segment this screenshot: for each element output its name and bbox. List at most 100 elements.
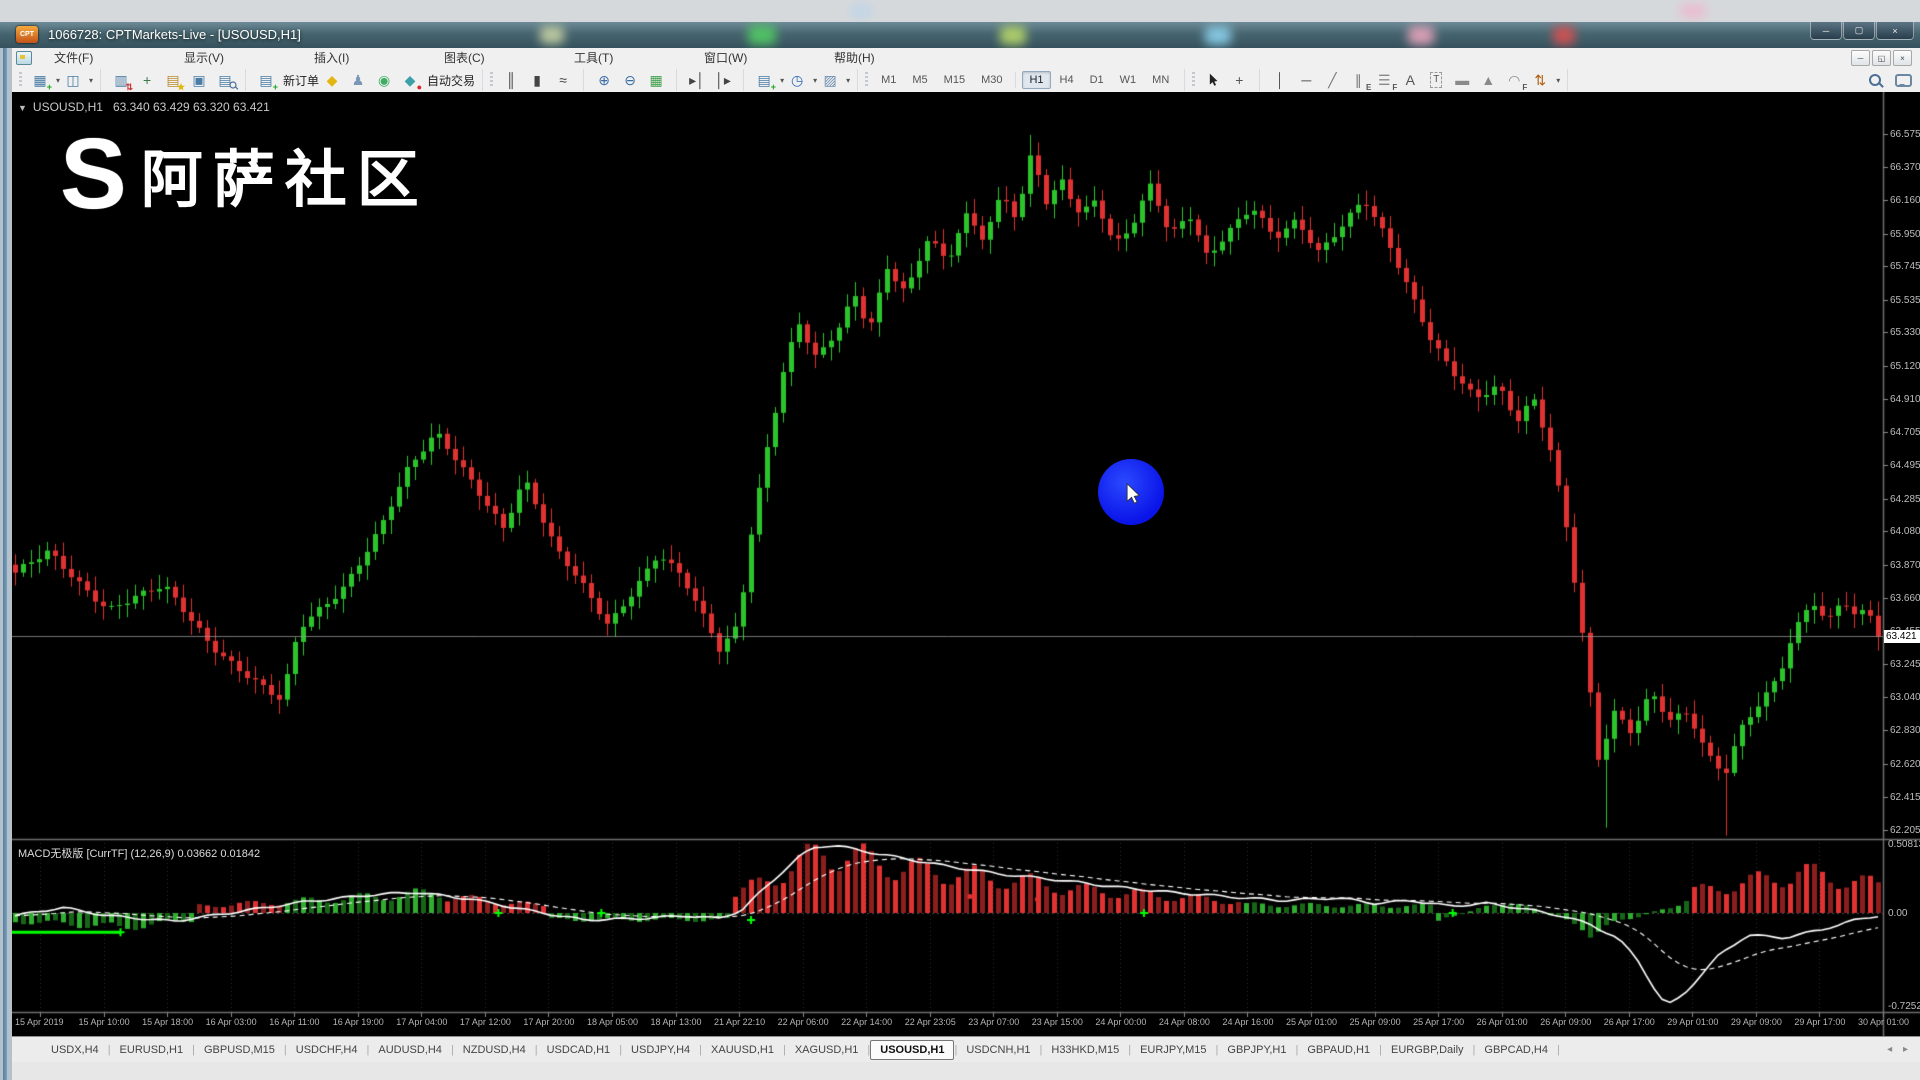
market-watch-button[interactable]: ▥⇅ [110, 69, 132, 91]
metaeditor-button[interactable]: ◆ [321, 69, 343, 91]
candlestick-chart-button[interactable]: ▮ [526, 69, 548, 91]
timeframe-d1-button[interactable]: D1 [1083, 71, 1111, 89]
menu-item-5[interactable]: 窗口(W) [704, 49, 756, 66]
tab-usdchf-h4[interactable]: USDCHF,H4 [287, 1041, 367, 1059]
minimize-button[interactable]: ─ [1810, 22, 1842, 40]
chart-shift-button[interactable]: │▸ [712, 69, 734, 91]
periods-button[interactable]: ◷ [786, 69, 808, 91]
new-chart-button[interactable]: ▦+ [29, 69, 51, 91]
channel-tool[interactable]: ∥E [1347, 69, 1369, 91]
tab-h33hkd-m15[interactable]: H33HKD,M15 [1042, 1041, 1128, 1059]
zoom-out-button[interactable]: ⊖ [619, 69, 641, 91]
chat-icon[interactable] [1895, 74, 1912, 87]
chart-shift-icon: │▸ [715, 73, 731, 87]
arc-tool[interactable]: ◠F [1503, 69, 1525, 91]
price-axis-label: 64.080 [1890, 526, 1920, 537]
autotrading-button-label[interactable]: 自动交易 [427, 72, 475, 89]
tab-eurusd-h1[interactable]: EURUSD,H1 [111, 1041, 193, 1059]
crosshair-tool[interactable]: + [1228, 69, 1250, 91]
arrows-tool-caret[interactable]: ▾ [1556, 76, 1560, 85]
new-chart-button-caret[interactable]: ▾ [56, 76, 60, 85]
tab-nzdusd-h4[interactable]: NZDUSD,H4 [454, 1041, 535, 1059]
profiles-icon: ◫ [66, 73, 79, 87]
time-axis-label: 25 Apr 01:00 [1286, 1017, 1337, 1027]
tab-eurjpy-m15[interactable]: EURJPY,M15 [1131, 1041, 1215, 1059]
profiles-button-caret[interactable]: ▾ [89, 76, 93, 85]
tab-eurgbp-daily[interactable]: EURGBP,Daily [1382, 1041, 1473, 1059]
search-icon[interactable] [1869, 74, 1881, 86]
price-axis-label: 63.660 [1890, 593, 1920, 604]
text-label-tool[interactable]: T [1425, 69, 1447, 91]
bar-chart-button[interactable]: ║ [500, 69, 522, 91]
tab-gbpusd-m15[interactable]: GBPUSD,M15 [195, 1041, 284, 1059]
signals-button[interactable]: ◉ [373, 69, 395, 91]
close-button[interactable]: × [1876, 22, 1914, 40]
rectangle-tool[interactable]: ▬ [1451, 69, 1473, 91]
timeframe-mn-button[interactable]: MN [1145, 71, 1176, 89]
tab-usdjpy-h4[interactable]: USDJPY,H4 [622, 1041, 699, 1059]
strategy-tester-button[interactable]: ▤ [214, 69, 236, 91]
indicators-button[interactable]: ▤+ [753, 69, 775, 91]
tab-xauusd-h1[interactable]: XAUUSD,H1 [702, 1041, 783, 1059]
tab-usdcad-h1[interactable]: USDCAD,H1 [538, 1041, 620, 1059]
templates-button-caret[interactable]: ▾ [846, 76, 850, 85]
timeframe-w1-button[interactable]: W1 [1113, 71, 1144, 89]
time-axis-label: 16 Apr 03:00 [206, 1017, 257, 1027]
timeframe-h1-button[interactable]: H1 [1022, 71, 1050, 89]
tab-usousd-h1[interactable]: USOUSD,H1 [870, 1040, 954, 1060]
tab-gbpcad-h4[interactable]: GBPCAD,H4 [1475, 1041, 1557, 1059]
tile-windows-button[interactable]: ▦ [645, 69, 667, 91]
vertical-line-tool[interactable]: │ [1269, 69, 1291, 91]
menu-item-1[interactable]: 显示(V) [184, 49, 236, 66]
cursor-tool[interactable] [1202, 69, 1224, 91]
new-order-button[interactable]: ▤+ [255, 69, 277, 91]
tab-audusd-h4[interactable]: AUDUSD,H4 [369, 1041, 451, 1059]
tab-usdx-h4[interactable]: USDX,H4 [42, 1041, 108, 1059]
price-axis-label: 62.205 [1890, 825, 1920, 836]
time-axis-label: 15 Apr 18:00 [142, 1017, 193, 1027]
new-order-button-label[interactable]: 新订单 [283, 72, 319, 89]
zoom-in-button[interactable]: ⊕ [593, 69, 615, 91]
tab-scroll-arrows[interactable]: ◂ ▸ [1887, 1044, 1912, 1055]
templates-button[interactable]: ▨ [819, 69, 841, 91]
rectangle-icon: ▬ [1455, 73, 1469, 87]
auto-scroll-button[interactable]: ▸│ [686, 69, 708, 91]
timeframe-m5-button[interactable]: M5 [905, 71, 934, 89]
arrows-tool[interactable]: ⇅ [1529, 69, 1551, 91]
mdi-minimize-button[interactable]: ─ [1851, 50, 1870, 66]
tab-xagusd-h1[interactable]: XAGUSD,H1 [786, 1041, 868, 1059]
navigator-button[interactable]: ▤★ [162, 69, 184, 91]
tab-usdcnh-h1[interactable]: USDCNH,H1 [957, 1041, 1039, 1059]
menu-item-6[interactable]: 帮助(H) [834, 49, 886, 66]
tab-gbpaud-h1[interactable]: GBPAUD,H1 [1298, 1041, 1379, 1059]
app-icon: CPT [16, 26, 38, 43]
chart-canvas[interactable] [12, 92, 1920, 1036]
menu-item-3[interactable]: 图表(C) [444, 49, 496, 66]
autotrading-button[interactable]: ◆● [399, 69, 421, 91]
terminal-button[interactable]: ▣ [188, 69, 210, 91]
tab-gbpjpy-h1[interactable]: GBPJPY,H1 [1218, 1041, 1295, 1059]
mdi-close-button[interactable]: × [1893, 50, 1912, 66]
timeframe-m1-button[interactable]: M1 [874, 71, 903, 89]
timeframe-h4-button[interactable]: H4 [1053, 71, 1081, 89]
line-chart-button[interactable]: ≈ [552, 69, 574, 91]
menu-item-4[interactable]: 工具(T) [574, 49, 626, 66]
periods-button-caret[interactable]: ▾ [813, 76, 817, 85]
data-window-button[interactable]: + [136, 69, 158, 91]
chevron-down-icon[interactable]: ▼ [18, 103, 27, 113]
trendline-tool[interactable]: ╱ [1321, 69, 1343, 91]
menu-item-2[interactable]: 插入(I) [314, 49, 366, 66]
menu-item-0[interactable]: 文件(F) [54, 49, 106, 66]
fibonacci-tool[interactable]: ☰F [1373, 69, 1395, 91]
profiles-button[interactable]: ◫ [62, 69, 84, 91]
experts-button[interactable]: ♟ [347, 69, 369, 91]
triangle-tool[interactable]: ▲ [1477, 69, 1499, 91]
mdi-restore-button[interactable]: ◱ [1872, 50, 1891, 66]
text-tool[interactable]: A [1399, 69, 1421, 91]
chart-ohlc-values: 63.340 63.429 63.320 63.421 [113, 100, 270, 114]
horizontal-line-tool[interactable]: ─ [1295, 69, 1317, 91]
timeframe-m15-button[interactable]: M15 [937, 71, 972, 89]
indicators-button-caret[interactable]: ▾ [780, 76, 784, 85]
timeframe-m30-button[interactable]: M30 [974, 71, 1009, 89]
maximize-button[interactable]: ▢ [1843, 22, 1875, 40]
